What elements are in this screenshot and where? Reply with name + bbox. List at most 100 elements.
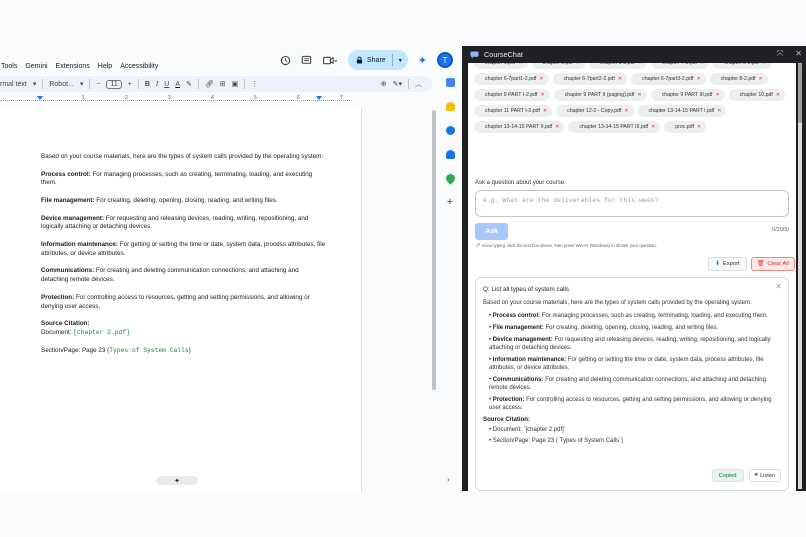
dismiss-answer-icon[interactable]: ✕ (775, 282, 782, 291)
file-chip[interactable]: chapter 9 PART II (paging).pdf ✕ (553, 89, 647, 101)
copy-button[interactable]: Copied (711, 469, 744, 482)
collapse-menus-icon[interactable]: ︿ (415, 79, 422, 89)
remove-file-icon[interactable]: ✕ (776, 92, 780, 98)
file-chip[interactable]: chapter 13-14-15 PART III.pdf ✕ (568, 121, 661, 133)
paragraph-style-chevron-icon[interactable]: ▾ (33, 80, 37, 88)
remove-file-icon[interactable]: ✕ (638, 63, 642, 66)
menu-help[interactable]: Help (97, 63, 113, 70)
maps-icon[interactable] (443, 172, 457, 185)
remove-file-icon[interactable]: ✕ (624, 108, 628, 114)
editing-mode-icon[interactable]: ✎▾ (393, 80, 402, 88)
document-scrollbar[interactable] (432, 110, 436, 390)
docs-top-actions: Share ▾ ✦ T (280, 50, 453, 70)
chat-scrollbar-thumb[interactable] (798, 63, 802, 123)
file-chip-label: chapter 11 PART I-2.pdf (485, 108, 540, 114)
gemini-spark-icon[interactable]: ✦ (418, 54, 427, 67)
add-comment-icon[interactable]: ⊞ (220, 80, 226, 88)
question-input[interactable]: e.g. What are the deliverables for this … (475, 190, 789, 217)
chat-scrollbar[interactable] (798, 63, 802, 489)
listen-button[interactable]: 🔊︎ Listen (748, 469, 781, 482)
file-chip[interactable]: chapter 6-7part2-2.pdf ✕ (552, 73, 628, 85)
italic-button[interactable]: I (156, 80, 158, 88)
ask-button[interactable]: Ask (475, 223, 508, 240)
remove-file-icon[interactable]: ✕ (555, 124, 559, 130)
underline-button[interactable]: U (164, 81, 169, 88)
comment-icon[interactable] (301, 55, 312, 66)
ruler-tick: 7 (340, 95, 343, 101)
document-body[interactable]: Based on your course materials, here are… (41, 153, 326, 364)
remove-file-icon[interactable]: ✕ (651, 124, 655, 130)
file-chip[interactable]: chapter 6-7part3-2.pdf ✕ (631, 73, 706, 85)
gemini-assist-icon[interactable]: ⊕ (381, 80, 387, 88)
remove-file-icon[interactable]: ✕ (717, 108, 721, 114)
contacts-icon[interactable] (445, 150, 455, 159)
share-button[interactable]: Share ▾ (348, 50, 408, 70)
add-addon-icon[interactable]: + (447, 197, 453, 208)
history-icon[interactable] (280, 55, 291, 66)
paragraph-style-select[interactable]: rmal text (0, 81, 27, 88)
remove-file-icon[interactable]: ✕ (637, 92, 641, 98)
file-chip[interactable]: chapter 10.pdf ✕ (728, 89, 786, 101)
text-color-button[interactable]: A (175, 81, 180, 88)
remove-file-icon[interactable]: ✕ (540, 92, 544, 98)
file-chip[interactable]: chapter 13-14-15 PART I.pdf ✕ (637, 105, 727, 117)
menu-tools[interactable]: Tools (0, 63, 18, 70)
remove-file-icon[interactable]: ✕ (697, 124, 701, 130)
menu-extensions[interactable]: Extensions (55, 63, 91, 70)
insert-link-icon[interactable]: 🔗︎ (205, 80, 214, 88)
insert-image-icon[interactable]: ▣ (232, 80, 239, 88)
file-chip[interactable]: chapter 13-14-15 PART II.pdf ✕ (474, 121, 565, 133)
bold-button[interactable]: B (145, 81, 150, 88)
export-label: Export (722, 261, 740, 267)
tasks-icon[interactable] (445, 126, 455, 135)
gemini-bottom-button[interactable]: ✦ (156, 476, 198, 485)
font-family-chevron-icon[interactable]: ▾ (80, 80, 84, 88)
user-avatar[interactable]: T (436, 52, 453, 68)
expand-rail-icon[interactable]: › (447, 475, 450, 484)
clear-all-button[interactable]: 🗑︎ Clear All (751, 257, 795, 271)
file-chip[interactable]: chapter 12-2 - Copy.pdf ✕ (556, 105, 634, 117)
remove-file-icon[interactable]: ✕ (618, 76, 622, 82)
keep-icon[interactable] (445, 102, 455, 111)
right-indent-marker[interactable] (316, 96, 322, 100)
remove-file-icon[interactable]: ✕ (700, 63, 704, 66)
file-chip[interactable]: chapter 9 PART III.pdf ✕ (650, 89, 725, 101)
remove-file-icon[interactable]: ✕ (576, 63, 580, 66)
file-chip[interactable]: proc.pdf ✕ (664, 121, 707, 133)
font-size-input[interactable]: 11 (106, 79, 122, 89)
increase-font-size-button[interactable]: + (128, 81, 132, 88)
remove-file-icon[interactable]: ✕ (518, 63, 522, 66)
remove-file-icon[interactable]: ✕ (762, 63, 766, 66)
file-chip[interactable]: chapter 5-2.pdf ✕ (713, 63, 772, 69)
file-chip[interactable]: chapter 1.pdf ✕ (474, 63, 528, 69)
file-chip-label: chapter 9 PART III.pdf (661, 92, 713, 98)
remove-file-icon[interactable]: ✕ (696, 76, 700, 82)
calendar-icon[interactable] (445, 78, 455, 87)
file-chip[interactable]: chapter 4-2.pdf ✕ (651, 63, 710, 69)
export-button[interactable]: ⬇ Export (708, 257, 747, 271)
file-chip[interactable]: chapter 11 PART I-2.pdf ✕ (474, 105, 553, 117)
file-chip[interactable]: chapter 9 PART I-2.pdf ✕ (474, 89, 550, 101)
answer-card: ✕ Q: List all types of system calls Base… (475, 277, 789, 491)
more-options-icon[interactable]: ⋮ (251, 80, 258, 88)
close-panel-icon[interactable]: ✕ (795, 49, 802, 59)
highlight-icon[interactable]: ✎ (186, 80, 192, 88)
document-page[interactable]: Based on your course materials, here are… (0, 108, 362, 492)
ruler-tick: 2 (125, 95, 128, 101)
file-chip[interactable]: chapter 6-7part1-2.pdf ✕ (474, 73, 549, 85)
file-chip[interactable]: chapter 8-2.pdf ✕ (709, 73, 768, 85)
pin-icon[interactable]: ⤧ (777, 49, 783, 59)
left-indent-marker[interactable] (37, 96, 43, 100)
remove-file-icon[interactable]: ✕ (539, 76, 543, 82)
meet-icon[interactable] (322, 55, 338, 66)
file-chip[interactable]: chapter 2.pdf ✕ (531, 63, 585, 69)
remove-file-icon[interactable]: ✕ (715, 92, 719, 98)
decrease-font-size-button[interactable]: − (96, 81, 100, 88)
remove-file-icon[interactable]: ✕ (543, 108, 547, 114)
font-family-select[interactable]: Robot... (49, 81, 74, 88)
share-dropdown-icon[interactable]: ▾ (399, 57, 402, 64)
file-chip[interactable]: chapter 3-2.pdf ✕ (589, 63, 648, 69)
menu-accessibility[interactable]: Accessibility (119, 63, 159, 70)
menu-gemini[interactable]: Gemini (24, 63, 48, 70)
remove-file-icon[interactable]: ✕ (759, 76, 763, 82)
